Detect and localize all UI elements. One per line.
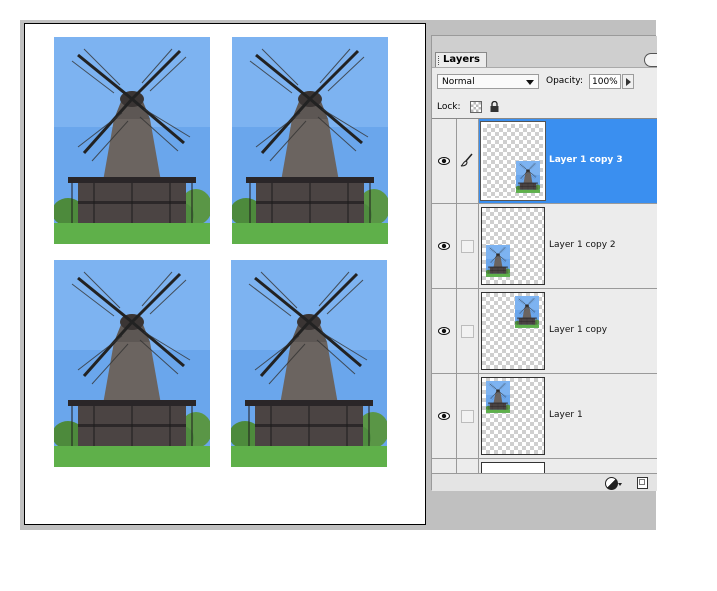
layer-name[interactable]: Layer 1 copy xyxy=(549,325,607,335)
link-cell[interactable] xyxy=(457,289,479,373)
layers-palette: Layers Normal Opacity: 100% Lock: Layer … xyxy=(431,35,657,491)
adjustment-layer-caret xyxy=(618,483,622,486)
link-cell[interactable] xyxy=(457,459,479,474)
windmill-photo-top-right[interactable] xyxy=(232,37,388,244)
layer-name[interactable]: Layer 1 copy 3 xyxy=(549,155,623,165)
eye-icon[interactable] xyxy=(438,325,450,337)
layer-thumbnail[interactable] xyxy=(480,121,546,201)
link-cell[interactable] xyxy=(457,119,479,203)
eye-icon[interactable] xyxy=(438,240,450,252)
palette-menu-icon[interactable] xyxy=(644,53,657,67)
layer-row[interactable]: Layer 1 copy 3 xyxy=(432,119,657,204)
lock-label: Lock: xyxy=(437,102,461,112)
layer-name[interactable]: Layer 1 xyxy=(549,410,583,420)
layer-row[interactable]: Layer 1 copy 2 xyxy=(432,204,657,289)
windmill-photo-bottom-right[interactable] xyxy=(231,260,387,467)
blend-mode-value: Normal xyxy=(442,77,475,87)
tab-grip[interactable] xyxy=(438,56,441,65)
link-checkbox[interactable] xyxy=(461,410,474,423)
layer-row[interactable]: Layer 1 xyxy=(432,374,657,459)
layers-list: Layer 1 copy 3 Layer 1 copy 2 Layer 1 co… xyxy=(432,118,657,474)
opacity-slider-button[interactable] xyxy=(622,74,634,89)
link-checkbox[interactable] xyxy=(461,325,474,338)
eye-icon[interactable] xyxy=(438,155,450,167)
tab-layers[interactable]: Layers xyxy=(435,52,487,67)
link-cell[interactable] xyxy=(457,374,479,458)
eye-icon[interactable] xyxy=(438,410,450,422)
windmill-photo-bottom-left[interactable] xyxy=(54,260,210,467)
brush-icon xyxy=(460,153,473,167)
layer-options: Normal Opacity: 100% Lock: xyxy=(432,67,657,124)
layer-thumbnail[interactable] xyxy=(481,292,545,370)
visibility-cell[interactable] xyxy=(432,289,457,373)
layer-thumbnail[interactable] xyxy=(481,377,545,455)
link-checkbox[interactable] xyxy=(461,240,474,253)
lock-transparency-icon[interactable] xyxy=(470,101,482,113)
lock-all-icon[interactable] xyxy=(490,101,499,112)
new-layer-icon[interactable] xyxy=(637,477,648,489)
visibility-cell[interactable] xyxy=(432,374,457,458)
layer-row[interactable]: Layer 1 copy xyxy=(432,289,657,374)
document-page[interactable] xyxy=(24,23,426,525)
visibility-cell[interactable] xyxy=(432,204,457,288)
visibility-cell[interactable] xyxy=(432,119,457,203)
link-cell[interactable] xyxy=(457,204,479,288)
visibility-cell[interactable] xyxy=(432,459,457,474)
layer-row-background[interactable] xyxy=(432,459,657,474)
chevron-down-icon xyxy=(526,80,534,85)
adjustment-layer-icon[interactable] xyxy=(605,477,618,490)
tab-layers-label: Layers xyxy=(443,54,480,65)
palette-tab-bar: Layers xyxy=(432,36,657,67)
layer-thumbnail[interactable] xyxy=(481,207,545,285)
opacity-label: Opacity: xyxy=(546,76,583,86)
opacity-input[interactable]: 100% xyxy=(589,74,621,89)
layer-name[interactable]: Layer 1 copy 2 xyxy=(549,240,616,250)
windmill-photo-top-left[interactable] xyxy=(54,37,210,244)
palette-bottom-bar xyxy=(432,473,657,491)
blend-mode-select[interactable]: Normal xyxy=(437,74,539,89)
